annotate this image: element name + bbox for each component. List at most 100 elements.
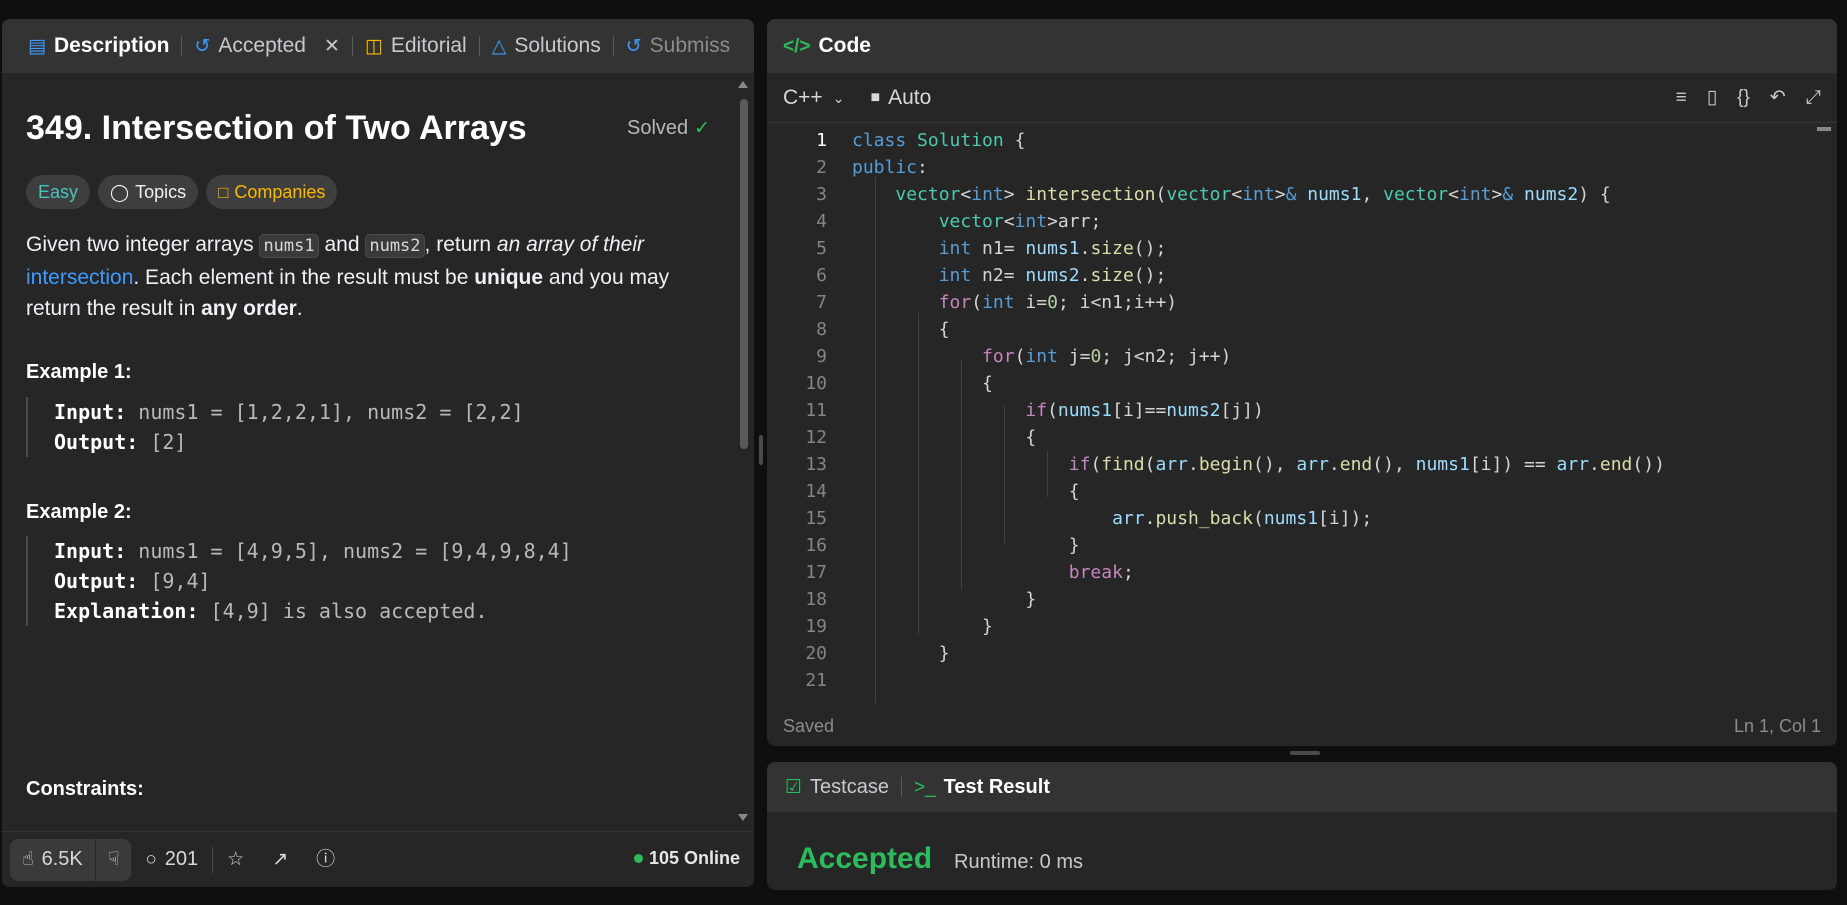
code-line[interactable]: 14 { <box>767 478 1817 505</box>
line-number: 4 <box>816 211 827 232</box>
code-line[interactable]: 15 arr.push_back(nums1[i]); <box>767 505 1817 532</box>
line-number: 9 <box>816 346 827 367</box>
problem-title[interactable]: 349. Intersection of Two Arrays <box>26 109 527 148</box>
code-line[interactable]: 7 for(int i=0; i<n1;i++) <box>767 289 1817 316</box>
example-1-input: Input: nums1 = [1,2,2,1], nums2 = [2,2] <box>54 397 524 427</box>
code-line[interactable]: 9 for(int j=0; j<n2; j++) <box>767 343 1817 370</box>
close-icon[interactable]: ✕ <box>324 37 340 56</box>
code-editor[interactable]: 1 class Solution { 2 public: 3 vector<int>… <box>767 123 1817 703</box>
bookmark-icon[interactable]: ▯ <box>1707 88 1717 107</box>
input-value: nums1 = [4,9,5], nums2 = [9,4,9,8,4] <box>126 539 572 563</box>
line-number: 13 <box>805 454 827 475</box>
verdict-label: Accepted <box>797 842 933 875</box>
like-button[interactable]: ☝ 6.5K <box>10 838 95 881</box>
intersection-link[interactable]: intersection <box>26 266 133 289</box>
braces-icon[interactable]: {} <box>1737 88 1750 107</box>
scroll-up-arrow[interactable] <box>738 81 748 88</box>
check-circle-icon: ✓ <box>694 118 711 139</box>
dislike-button[interactable]: ☟ <box>94 838 132 881</box>
input-label: Input: <box>54 539 127 563</box>
tab-solutions[interactable]: △ Solutions <box>484 34 609 58</box>
example-2-output: Output: [9,4] <box>54 566 572 596</box>
tab-submissions[interactable]: ↺ Submiss <box>618 34 738 58</box>
share-button[interactable]: ↗ <box>258 850 302 869</box>
panel-resize-handle-vertical[interactable] <box>759 435 763 465</box>
line-number: 10 <box>805 373 827 394</box>
example-2-explanation: Explanation: [4,9] is also accepted. <box>54 596 572 626</box>
panel-resize-handle-horizontal[interactable] <box>1290 751 1320 755</box>
comments-button[interactable]: ○ 201 <box>131 848 212 871</box>
code-line[interactable]: 21 <box>767 667 1817 694</box>
code-line[interactable]: 1 class Solution { <box>767 127 1817 154</box>
tab-test-result[interactable]: Test Result <box>944 776 1050 799</box>
code-line[interactable]: 17 break; <box>767 559 1817 586</box>
online-dot-icon <box>633 854 643 863</box>
save-status: Saved <box>783 715 835 736</box>
code-line[interactable]: 8 { <box>767 316 1817 343</box>
auto-mode[interactable]: ■ Auto <box>870 86 931 110</box>
code-line[interactable]: 13 if(find(arr.begin(), arr.end(), nums1… <box>767 451 1817 478</box>
code-line[interactable]: 3 vector<int> intersection(vector<int>& … <box>767 181 1817 208</box>
description-scroll-area[interactable]: 349. Intersection of Two Arrays Solved ✓… <box>2 73 754 831</box>
expand-icon[interactable]: ⤢ <box>1806 88 1821 107</box>
thumbs-down-icon: ☟ <box>107 849 120 870</box>
code-line[interactable]: 12 { <box>767 424 1817 451</box>
indent-guide <box>918 313 919 635</box>
line-number: 15 <box>805 508 827 529</box>
tab-divider <box>478 36 480 56</box>
solved-label: Solved <box>627 117 689 139</box>
favorite-button[interactable]: ☆ <box>213 850 258 869</box>
comment-icon: ○ <box>145 849 157 870</box>
inline-code: nums2 <box>365 234 425 258</box>
indent-guide <box>875 177 876 703</box>
like-count: 6.5K <box>41 848 83 870</box>
problem-panel: ▤ Description ↺ Accepted ✕ ◫ Editorial △… <box>2 19 754 887</box>
code-line[interactable]: 4 vector<int>arr; <box>767 208 1817 235</box>
code-line[interactable]: 2 public: <box>767 154 1817 181</box>
tab-label: Accepted <box>218 34 306 57</box>
output-label: Output: <box>54 430 139 454</box>
tab-divider <box>612 36 614 56</box>
test-tabbar: ☑ Testcase >_ Test Result <box>767 762 1837 812</box>
line-number: 11 <box>805 400 827 421</box>
line-number: 17 <box>805 562 827 583</box>
editor-tools: ≡ ▯ {} ↶ ⤢ <box>1676 88 1821 107</box>
description-footer: ☝ 6.5K ☟ ○ 201 ☆ ↗ ⓘ 105 Online <box>2 831 754 887</box>
line-number: 6 <box>816 265 827 286</box>
desc-bold: unique <box>474 266 544 289</box>
language-select[interactable]: C++ ⌄ <box>783 86 844 110</box>
input-label: Input: <box>54 400 127 424</box>
tab-editorial[interactable]: ◫ Editorial <box>357 34 475 58</box>
checkbox-icon: ☑ <box>785 776 803 798</box>
tab-description[interactable]: ▤ Description <box>20 34 177 58</box>
example-2-title: Example 2: <box>26 501 132 523</box>
reset-icon[interactable]: ↶ <box>1770 88 1786 107</box>
code-line[interactable]: 10 { <box>767 370 1817 397</box>
runtime-label: Runtime: 0 ms <box>954 851 1083 873</box>
code-line[interactable]: 20 } <box>767 640 1817 667</box>
topics-label: Topics <box>135 181 187 202</box>
difficulty-label: Easy <box>38 181 79 202</box>
example-2-block: Input: nums1 = [4,9,5], nums2 = [9,4,9,8… <box>26 536 572 626</box>
tab-testcase[interactable]: Testcase <box>810 776 889 799</box>
description-scrollbar[interactable] <box>740 99 748 449</box>
topics-button[interactable]: ◯ Topics <box>98 175 199 209</box>
code-line[interactable]: 5 int n1= nums1.size(); <box>767 235 1817 262</box>
mode-label: Auto <box>888 85 932 109</box>
desc-italic: an array of their <box>496 233 644 256</box>
help-button[interactable]: ⓘ <box>302 850 349 869</box>
format-icon[interactable]: ≡ <box>1676 88 1687 107</box>
code-line[interactable]: 18 } <box>767 586 1817 613</box>
desc-text: . <box>296 297 303 320</box>
code-line[interactable]: 11 if(nums1[i]==nums2[j]) <box>767 397 1817 424</box>
line-number: 2 <box>816 157 827 178</box>
flask-icon: △ <box>491 35 507 57</box>
code-line[interactable]: 16 } <box>767 532 1817 559</box>
code-scrollbar[interactable] <box>1817 127 1831 131</box>
tab-accepted[interactable]: ↺ Accepted ✕ <box>186 34 347 58</box>
code-line[interactable]: 19 } <box>767 613 1817 640</box>
companies-button[interactable]: □ Companies <box>206 175 338 209</box>
code-line[interactable]: 6 int n2= nums2.size(); <box>767 262 1817 289</box>
scroll-down-arrow[interactable] <box>738 814 748 821</box>
problem-badges: Easy ◯ Topics □ Companies <box>26 175 338 209</box>
